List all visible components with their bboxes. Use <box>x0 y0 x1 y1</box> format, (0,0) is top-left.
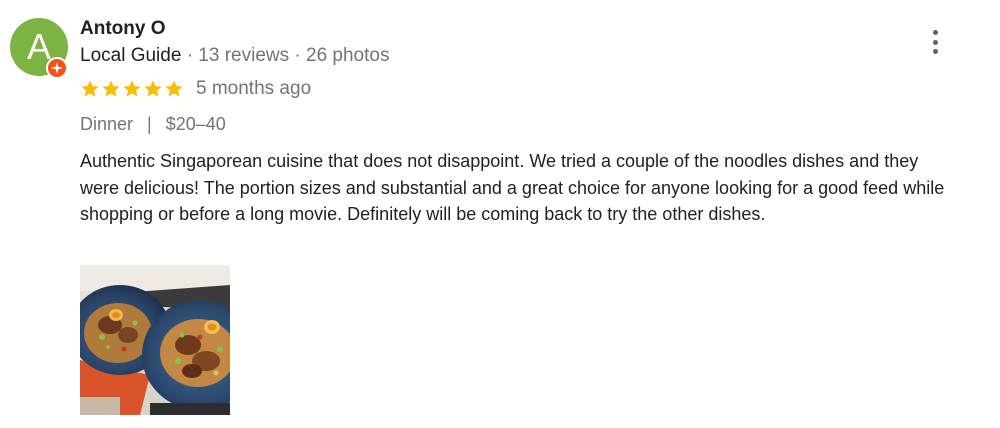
star-icon <box>102 80 120 97</box>
star-icon <box>123 80 141 97</box>
author-role: Local Guide <box>80 45 182 66</box>
star-rating <box>80 79 184 99</box>
more-dot <box>932 30 938 35</box>
food-photo-image <box>80 265 230 415</box>
meta-separator: · <box>294 45 301 66</box>
review-card: A Antony O Local Guide · 13 reviews · 26… <box>0 0 1000 428</box>
star-icon <box>81 80 99 97</box>
author-meta: Local Guide · 13 reviews · 26 photos <box>80 44 389 68</box>
star-icon <box>144 80 162 97</box>
rating-row: 5 months ago <box>80 77 311 101</box>
photos-count: 26 photos <box>306 45 390 66</box>
price-range: $20–40 <box>165 114 226 134</box>
star-icon <box>165 80 183 97</box>
reviews-count: 13 reviews <box>198 45 290 66</box>
review-time: 5 months ago <box>196 78 312 99</box>
more-dot <box>932 39 938 45</box>
more-vert-icon[interactable] <box>922 28 948 56</box>
review-photo[interactable] <box>80 265 230 415</box>
review-tags: Dinner | $20–40 <box>80 112 226 136</box>
author-name[interactable]: Antony O <box>80 17 166 41</box>
meal-type: Dinner <box>80 114 134 134</box>
sparkle-icon <box>51 62 63 74</box>
meta-separator: · <box>186 45 194 66</box>
more-dot <box>932 49 938 54</box>
review-text: Authentic Singaporean cuisine that does … <box>80 151 945 224</box>
tag-separator: | <box>147 114 152 134</box>
local-guide-badge-icon <box>46 57 68 79</box>
